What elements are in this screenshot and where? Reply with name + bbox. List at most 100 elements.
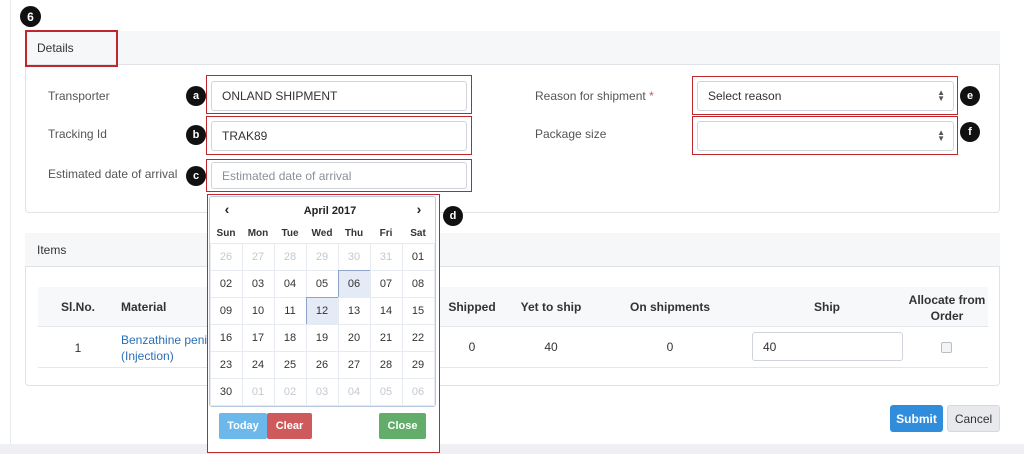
details-header: Details xyxy=(25,31,1000,65)
calendar-day[interactable]: 02 xyxy=(209,269,243,298)
calendar-day[interactable]: 31 xyxy=(369,242,403,271)
prev-month-icon[interactable]: ‹ xyxy=(215,201,239,217)
col-shipped: Shipped xyxy=(448,300,496,314)
calendar-day-grid: 26 27 28 29 30 31 01 02 03 04 05 06 07 08 09 10 11 12 13 14… xyxy=(209,242,435,406)
calendar-day[interactable]: 03 xyxy=(305,377,339,406)
calendar-day[interactable]: 15 xyxy=(401,296,435,325)
calendar-day[interactable]: 21 xyxy=(369,323,403,352)
row-shipped: 0 xyxy=(468,340,476,354)
weekday-label: Fri xyxy=(379,228,393,239)
calendar-day[interactable]: 12 xyxy=(305,296,339,325)
items-header: Items xyxy=(25,233,1000,267)
calendar-day[interactable]: 05 xyxy=(369,377,403,406)
calendar-day[interactable]: 01 xyxy=(401,242,435,271)
calendar-day[interactable]: 11 xyxy=(273,296,307,325)
row-material-link[interactable]: Benzathine penic (Injection) xyxy=(121,332,213,364)
calendar-day[interactable]: 16 xyxy=(209,323,243,352)
package-label: Package size xyxy=(535,127,607,141)
next-month-icon[interactable]: › xyxy=(407,201,431,217)
calendar-day[interactable]: 14 xyxy=(369,296,403,325)
calendar-day[interactable]: 07 xyxy=(369,269,403,298)
details-tab-highlight xyxy=(25,30,118,67)
calendar-day[interactable]: 29 xyxy=(305,242,339,271)
calendar-day[interactable]: 27 xyxy=(337,350,371,379)
calendar-day[interactable]: 24 xyxy=(241,350,275,379)
row-on-shipments: 0 xyxy=(666,340,674,354)
callout-e: e xyxy=(960,86,980,106)
calendar-day[interactable]: 30 xyxy=(337,242,371,271)
calendar-day[interactable]: 01 xyxy=(241,377,275,406)
tracking-input[interactable]: TRAK89 xyxy=(211,121,467,151)
close-button[interactable]: Close xyxy=(379,413,426,439)
calendar-day[interactable]: 29 xyxy=(401,350,435,379)
calendar-day[interactable]: 28 xyxy=(369,350,403,379)
weekday-label: Tue xyxy=(281,228,299,239)
row-yet-to-ship: 40 xyxy=(544,340,558,354)
callout-f: f xyxy=(960,122,980,142)
row-material-line2: (Injection) xyxy=(121,349,174,363)
calendar-day[interactable]: 18 xyxy=(273,323,307,352)
calendar-day[interactable]: 13 xyxy=(337,296,371,325)
step-badge: 6 xyxy=(20,6,41,27)
clear-button[interactable]: Clear xyxy=(267,413,312,439)
calendar-day[interactable]: 22 xyxy=(401,323,435,352)
weekday-label: Thu xyxy=(344,228,364,239)
submit-button[interactable]: Submit xyxy=(890,405,943,432)
reason-label: Reason for shipment * xyxy=(535,89,654,103)
calendar-day[interactable]: 02 xyxy=(273,377,307,406)
col-allocate: Allocate from Order xyxy=(898,292,996,324)
eta-label: Estimated date of arrival xyxy=(48,167,178,181)
cancel-button[interactable]: Cancel xyxy=(947,405,1000,432)
callout-a: a xyxy=(186,86,206,106)
tracking-label: Tracking Id xyxy=(48,127,107,141)
ship-quantity-input[interactable]: 40 xyxy=(752,332,903,361)
calendar-day[interactable]: 09 xyxy=(209,296,243,325)
col-material: Material xyxy=(121,300,167,314)
calendar-day[interactable]: 06 xyxy=(401,377,435,406)
calendar-day[interactable]: 26 xyxy=(209,242,243,271)
today-button[interactable]: Today xyxy=(219,413,267,439)
calendar-day[interactable]: 27 xyxy=(241,242,275,271)
row-material-line1: Benzathine penic xyxy=(121,333,214,347)
calendar-day[interactable]: 08 xyxy=(401,269,435,298)
calendar-day[interactable]: 05 xyxy=(305,269,339,298)
row-slno: 1 xyxy=(74,341,82,355)
page-footer-strip xyxy=(0,444,1024,454)
calendar-day[interactable]: 03 xyxy=(241,269,275,298)
transporter-label: Transporter xyxy=(48,89,110,103)
calendar-day[interactable]: 04 xyxy=(337,377,371,406)
weekday-row: Sun Mon Tue Wed Thu Fri Sat xyxy=(210,228,434,239)
calendar-day[interactable]: 06 xyxy=(337,269,371,298)
callout-b: b xyxy=(186,125,206,145)
col-allocate-line1: Allocate from xyxy=(908,293,986,307)
calendar-day[interactable]: 19 xyxy=(305,323,339,352)
package-select[interactable]: ▲ ▼ xyxy=(697,121,954,151)
col-yet-to-ship: Yet to ship xyxy=(520,300,582,314)
reason-select-value: Select reason xyxy=(708,89,782,103)
calendar-day[interactable]: 30 xyxy=(209,377,243,406)
reason-label-text: Reason for shipment xyxy=(535,89,646,103)
weekday-label: Sun xyxy=(216,228,236,239)
transporter-input[interactable]: ONLAND SHIPMENT xyxy=(211,81,467,111)
calendar-day[interactable]: 04 xyxy=(273,269,307,298)
calendar-day[interactable]: 28 xyxy=(273,242,307,271)
col-ship: Ship xyxy=(814,300,840,314)
col-slno: Sl.No. xyxy=(60,300,95,314)
calendar-month-title[interactable]: April 2017 xyxy=(265,205,395,217)
calendar-day[interactable]: 26 xyxy=(305,350,339,379)
items-title: Items xyxy=(37,242,67,257)
select-arrows-icon: ▲ ▼ xyxy=(937,88,945,103)
calendar-day[interactable]: 17 xyxy=(241,323,275,352)
calendar-day[interactable]: 23 xyxy=(209,350,243,379)
weekday-label: Wed xyxy=(311,228,333,239)
eta-input[interactable]: Estimated date of arrival xyxy=(211,162,467,189)
allocate-checkbox[interactable] xyxy=(941,342,952,353)
reason-select[interactable]: Select reason ▲ ▼ xyxy=(697,81,954,111)
calendar-day[interactable]: 10 xyxy=(241,296,275,325)
calendar-day[interactable]: 20 xyxy=(337,323,371,352)
row-divider xyxy=(38,367,988,368)
callout-c: c xyxy=(186,166,206,186)
select-arrows-icon: ▲ ▼ xyxy=(937,128,945,143)
col-on-shipments: On shipments xyxy=(629,300,710,314)
calendar-day[interactable]: 25 xyxy=(273,350,307,379)
